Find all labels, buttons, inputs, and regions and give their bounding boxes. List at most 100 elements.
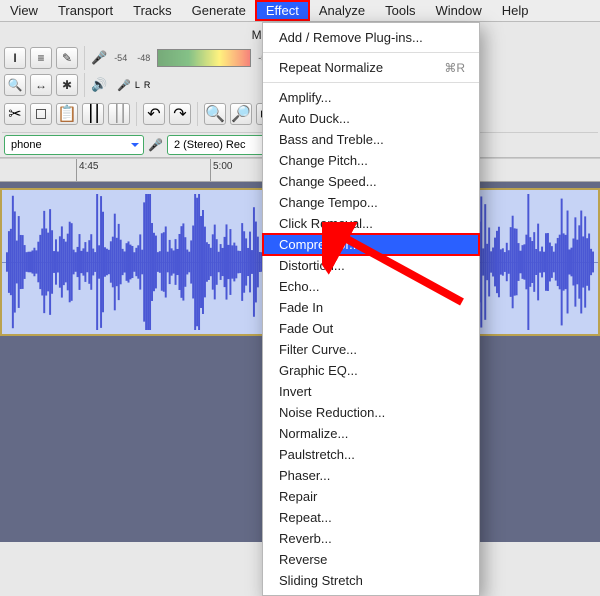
- ibeam-icon: I: [13, 51, 16, 65]
- menu-tools[interactable]: Tools: [375, 1, 425, 20]
- menu-window[interactable]: Window: [425, 1, 491, 20]
- menu-item-repeat-last[interactable]: Repeat Normalize ⌘R: [263, 57, 479, 78]
- menu-item-sliding-stretch[interactable]: Sliding Stretch: [263, 570, 479, 591]
- mic-icon: 🎤: [91, 50, 107, 66]
- zoom-in-button[interactable]: 🔍: [204, 103, 226, 125]
- tool-timeshift[interactable]: ↔: [30, 74, 52, 96]
- menu-item-click-removal[interactable]: Click Removal...: [263, 213, 479, 234]
- menu-separator: [263, 52, 479, 53]
- zoom-out-button[interactable]: 🔎: [230, 103, 252, 125]
- menu-item-label: Reverb...: [279, 531, 332, 546]
- copy-icon: [36, 109, 46, 119]
- mic-icon: 🎤: [148, 138, 163, 152]
- menu-item-invert[interactable]: Invert: [263, 381, 479, 402]
- menu-item-reverse[interactable]: Reverse: [263, 549, 479, 570]
- menu-item-graphic-eq[interactable]: Graphic EQ...: [263, 360, 479, 381]
- timeshift-icon: ↔: [35, 78, 47, 92]
- tool-selection[interactable]: I: [4, 47, 26, 69]
- menu-item-fade-out[interactable]: Fade Out: [263, 318, 479, 339]
- cut-button[interactable]: ✂: [4, 103, 26, 125]
- tool-zoom[interactable]: 🔍: [4, 74, 26, 96]
- silence-button[interactable]: ⎮⎮: [108, 103, 130, 125]
- menu-item-reverb[interactable]: Reverb...: [263, 528, 479, 549]
- silence-icon: ⎮⎮: [113, 104, 126, 124]
- rec-db-2: -48: [137, 53, 150, 63]
- menu-item-label: Compressor...: [279, 237, 360, 252]
- level-label: L: [135, 80, 140, 90]
- menu-item-phaser[interactable]: Phaser...: [263, 465, 479, 486]
- tool-envelope[interactable]: ≡: [30, 47, 52, 69]
- menu-item-label: Graphic EQ...: [279, 363, 358, 378]
- menu-item-fade-in[interactable]: Fade In: [263, 297, 479, 318]
- menu-item-repeat[interactable]: Repeat...: [263, 507, 479, 528]
- menu-item-auto-duck[interactable]: Auto Duck...: [263, 108, 479, 129]
- speaker-icon: 🔊: [91, 77, 107, 93]
- undo-icon: ↶: [147, 104, 160, 124]
- menu-item-label: Echo...: [279, 279, 319, 294]
- pencil-icon: ✎: [62, 51, 72, 65]
- menu-separator: [263, 82, 479, 83]
- cut-icon: ✂: [8, 104, 21, 124]
- menu-item-change-speed[interactable]: Change Speed...: [263, 171, 479, 192]
- menu-item-change-tempo[interactable]: Change Tempo...: [263, 192, 479, 213]
- menu-item-label: Repeat Normalize: [279, 60, 383, 75]
- menu-item-filter-curve[interactable]: Filter Curve...: [263, 339, 479, 360]
- menu-item-label: Change Tempo...: [279, 195, 378, 210]
- recording-meter[interactable]: [157, 49, 251, 67]
- tool-draw[interactable]: ✎: [56, 47, 78, 69]
- menu-item-distortion[interactable]: Distortion...: [263, 255, 479, 276]
- menu-item-label: Auto Duck...: [279, 111, 350, 126]
- menu-item-label: Fade In: [279, 300, 323, 315]
- channels-value: 2 (Stereo) Rec: [174, 139, 246, 151]
- channels-combo[interactable]: 2 (Stereo) Rec: [167, 135, 277, 155]
- menu-item-bass-and-treble[interactable]: Bass and Treble...: [263, 129, 479, 150]
- toolbar-separator: [84, 73, 85, 97]
- menu-item-change-pitch[interactable]: Change Pitch...: [263, 150, 479, 171]
- menu-item-label: Phaser...: [279, 468, 330, 483]
- redo-icon: ↷: [173, 104, 186, 124]
- menu-item-label: Add / Remove Plug-ins...: [279, 30, 423, 45]
- menu-item-label: Repair: [279, 489, 317, 504]
- menu-item-label: Normalize...: [279, 426, 348, 441]
- menu-analyze[interactable]: Analyze: [309, 1, 375, 20]
- menu-item-label: Fade Out: [279, 321, 333, 336]
- menu-effect[interactable]: Effect: [256, 1, 309, 20]
- menu-item-normalize[interactable]: Normalize...: [263, 423, 479, 444]
- menu-item-amplify[interactable]: Amplify...: [263, 87, 479, 108]
- trim-icon: ⎮⎮: [87, 104, 100, 124]
- envelope-icon: ≡: [37, 51, 44, 65]
- toolbar-separator: [136, 102, 137, 126]
- output-device-combo[interactable]: phone: [4, 135, 144, 155]
- trim-button[interactable]: ⎮⎮: [82, 103, 104, 125]
- menu-transport[interactable]: Transport: [48, 1, 123, 20]
- tool-multi[interactable]: ✱: [56, 74, 78, 96]
- copy-button[interactable]: [30, 103, 52, 125]
- paste-button[interactable]: 📋: [56, 103, 78, 125]
- output-device-value: phone: [11, 139, 42, 151]
- undo-button[interactable]: ↶: [143, 103, 165, 125]
- menu-item-noise-reduction[interactable]: Noise Reduction...: [263, 402, 479, 423]
- menu-item-label: Noise Reduction...: [279, 405, 385, 420]
- menu-item-add-remove-plugins[interactable]: Add / Remove Plug-ins...: [263, 27, 479, 48]
- menu-help[interactable]: Help: [492, 1, 539, 20]
- menu-item-label: Reverse: [279, 552, 327, 567]
- menu-item-paulstretch[interactable]: Paulstretch...: [263, 444, 479, 465]
- timeline-tick: 5:00: [210, 159, 232, 181]
- effect-menu: Add / Remove Plug-ins... Repeat Normaliz…: [262, 22, 480, 596]
- timeline-tick: 4:45: [76, 159, 98, 181]
- multi-icon: ✱: [62, 78, 72, 92]
- rec-db-1: -54: [114, 53, 127, 63]
- menu-item-label: Change Pitch...: [279, 153, 368, 168]
- menu-item-label: Click Removal...: [279, 216, 373, 231]
- redo-button[interactable]: ↷: [169, 103, 191, 125]
- zoom-out-icon: 🔎: [231, 104, 251, 124]
- menu-item-echo[interactable]: Echo...: [263, 276, 479, 297]
- menu-view[interactable]: View: [0, 1, 48, 20]
- paste-icon: 📋: [57, 104, 77, 124]
- menu-generate[interactable]: Generate: [182, 1, 256, 20]
- toolbar-separator: [84, 46, 85, 70]
- menu-item-label: Filter Curve...: [279, 342, 357, 357]
- menu-tracks[interactable]: Tracks: [123, 1, 182, 20]
- menu-item-repair[interactable]: Repair: [263, 486, 479, 507]
- menu-item-compressor[interactable]: Compressor...: [263, 234, 479, 255]
